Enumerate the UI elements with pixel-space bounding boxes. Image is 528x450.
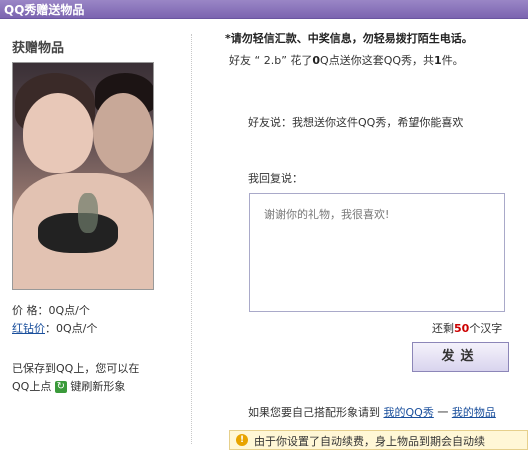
saved-text: 已保存到QQ上，您可以在 [12, 362, 140, 375]
refresh-hint-prefix: QQ上点 [12, 380, 52, 393]
reply-placeholder: 谢谢你的礼物，我很喜欢! [264, 208, 390, 221]
red-price-row: 红钻价：0Q点/个 [12, 320, 97, 336]
gift-info-mid: ” 花了 [281, 54, 313, 67]
footer-prefix: 如果您要自己搭配形象请到 [248, 406, 380, 419]
red-price-value: ：0Q点/个 [45, 322, 98, 335]
panel-divider [191, 34, 192, 444]
refresh-icon: ↻ [54, 381, 67, 393]
figure-face [23, 93, 93, 173]
friend-name: 2.b [263, 54, 282, 67]
gift-heading: 获赠物品 [12, 41, 65, 56]
refresh-hint-suffix: 键刷新形象 [70, 380, 126, 393]
gift-preview-image [12, 62, 154, 290]
gift-amount: 0 [312, 54, 321, 67]
counter-suffix: 个汉字 [469, 322, 503, 335]
gift-info-suffix: 件。 [441, 54, 464, 67]
counter-value: 50 [454, 322, 470, 335]
red-diamond-price-link[interactable]: 红钻价 [12, 322, 45, 335]
gift-count: 1 [434, 54, 442, 67]
reply-label: 我回复说： [248, 172, 303, 185]
price-value: 0Q点/个 [48, 304, 90, 317]
char-counter: 还剩50个汉字 [432, 320, 502, 336]
link-separator: 一 [433, 406, 452, 419]
notice-text: 由于你设置了自动续费，身上物品到期会自动续 [254, 435, 485, 448]
footer-links: 如果您要自己搭配形象请到 我的QQ秀 一 我的物品 [248, 404, 496, 420]
my-qqshow-link[interactable]: 我的QQ秀 [384, 406, 434, 419]
my-items-link[interactable]: 我的物品 [452, 406, 496, 419]
window-titlebar: QQ秀赠送物品 [0, 0, 528, 19]
refresh-hint: QQ上点 ↻ 键刷新形象 [12, 378, 125, 394]
left-panel: 获赠物品 价 格：0Q点/个 红钻价：0Q点/个 已保存到QQ上，您可以在 QQ… [0, 19, 190, 447]
auto-renew-notice: ! 由于你设置了自动续费，身上物品到期会自动续 [229, 430, 528, 450]
counter-prefix: 还剩 [432, 322, 454, 335]
send-button[interactable]: 发送 [412, 342, 509, 372]
price-row: 价 格：0Q点/个 [12, 302, 90, 318]
price-label: 价 格： [12, 304, 49, 317]
gift-info-mid2: Q点送你这套QQ秀，共 [320, 54, 435, 67]
info-icon: ! [236, 434, 248, 446]
gift-info-prefix: 好友 “ [229, 54, 264, 67]
gift-info: 好友 “ 2.b” 花了0Q点送你这套QQ秀，共1件。 [229, 52, 464, 68]
reply-textarea[interactable]: 谢谢你的礼物，我很喜欢! [249, 193, 505, 312]
friend-message: 好友说：我想送你这件QQ秀，希望你能喜欢 [248, 116, 464, 129]
security-warning: *请勿轻信汇款、中奖信息，勿轻易拨打陌生电话。 [225, 32, 473, 45]
window-title: QQ秀赠送物品 [4, 3, 85, 17]
figure-face [93, 93, 153, 173]
figure-tattoo [78, 193, 98, 233]
